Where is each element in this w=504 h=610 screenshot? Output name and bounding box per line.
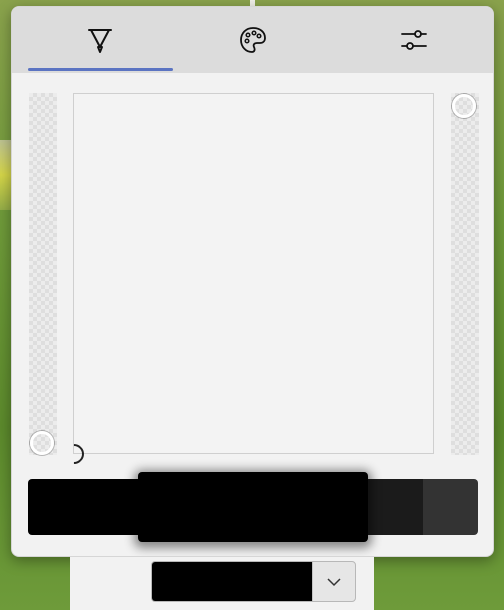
color-picker-flyout — [11, 6, 494, 557]
color-combobox[interactable] — [151, 561, 356, 602]
color-spectrum[interactable] — [73, 93, 434, 454]
sliders-icon — [401, 30, 427, 50]
opacity-slider-thumb[interactable] — [30, 431, 54, 455]
opacity-slider-track[interactable] — [29, 93, 57, 455]
selected-color-swatch[interactable] — [138, 472, 368, 542]
swatch[interactable] — [367, 479, 423, 535]
swatch[interactable] — [28, 479, 138, 535]
combobox-color-value — [152, 562, 312, 601]
chevron-down-icon — [327, 577, 341, 586]
tab-pen[interactable] — [20, 7, 180, 73]
tab-settings[interactable] — [334, 7, 493, 73]
palette-icon — [240, 27, 266, 53]
swatch[interactable] — [423, 479, 478, 535]
tab-bar — [12, 7, 493, 73]
tab-palette[interactable] — [173, 7, 333, 73]
value-slider-track[interactable] — [451, 93, 479, 455]
combobox-dropdown-button[interactable] — [312, 562, 355, 601]
pen-icon — [88, 29, 112, 53]
value-slider-thumb[interactable] — [452, 94, 476, 118]
